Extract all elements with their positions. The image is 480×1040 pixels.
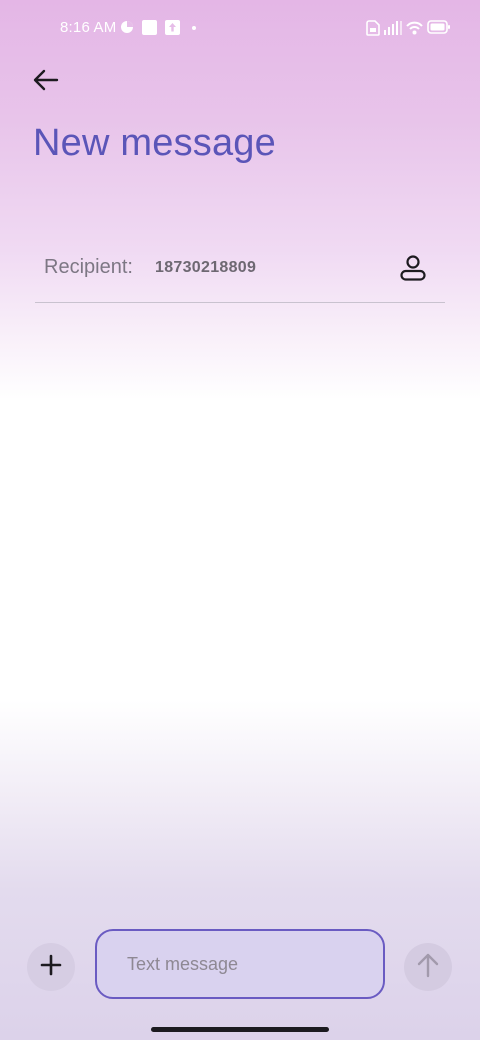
message-input[interactable] (97, 931, 383, 997)
signal-icon (384, 20, 402, 41)
status-bar: 8:16 AM (0, 0, 480, 56)
plus-icon (40, 954, 62, 981)
data-saver-icon (120, 20, 134, 39)
wifi-icon (406, 20, 423, 41)
message-input-container[interactable] (95, 929, 385, 999)
status-time: 8:16 AM (60, 19, 117, 36)
arrow-left-icon (33, 69, 59, 96)
arrow-up-icon (416, 952, 440, 983)
back-button[interactable] (26, 62, 66, 102)
recipient-label: Recipient: (44, 256, 133, 278)
person-icon (399, 254, 427, 287)
page-title: New message (33, 122, 276, 164)
home-indicator (151, 1027, 329, 1032)
contact-picker-button[interactable] (391, 248, 435, 292)
recipient-value[interactable]: 18730218809 (155, 259, 256, 277)
square-notification-icon (142, 20, 157, 40)
attach-button[interactable] (27, 943, 75, 991)
recipient-row[interactable]: Recipient: 18730218809 (35, 240, 445, 303)
battery-icon (427, 20, 451, 39)
dot-icon (192, 26, 196, 30)
upload-icon (165, 20, 180, 40)
sim-icon (366, 20, 380, 41)
send-button[interactable] (404, 943, 452, 991)
